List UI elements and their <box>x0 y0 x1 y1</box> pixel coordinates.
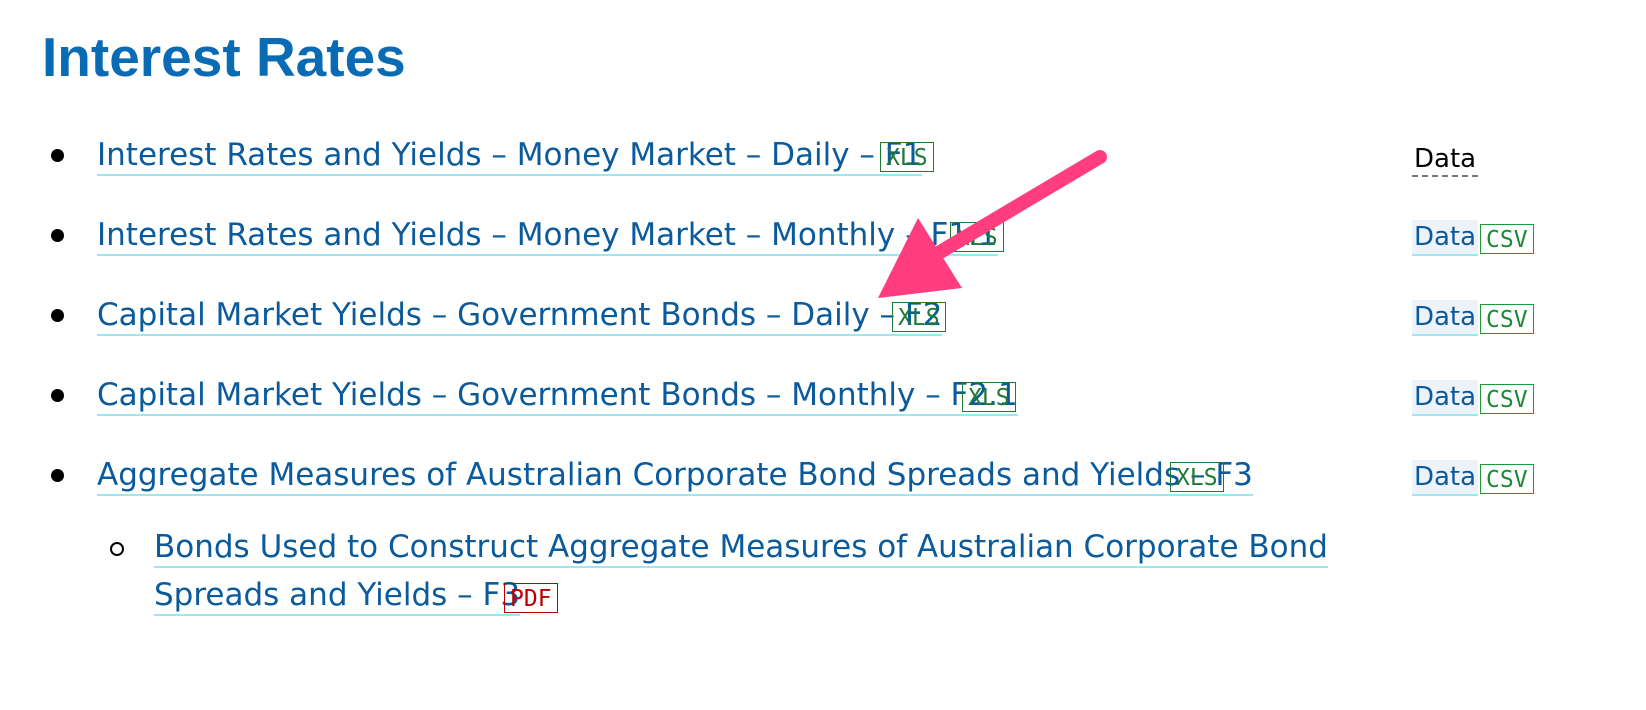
bullet-icon <box>51 229 64 242</box>
list-item: Capital Market Yields – Government Bonds… <box>0 288 1646 348</box>
page-title: Interest Rates <box>42 26 406 88</box>
list-item: Capital Market Yields – Government Bonds… <box>0 368 1646 428</box>
csv-badge[interactable]: CSV <box>1480 384 1534 414</box>
list-item: Interest Rates and Yields – Money Market… <box>0 208 1646 268</box>
list-item: Interest Rates and Yields – Money Market… <box>0 128 1646 188</box>
data-link[interactable]: Data <box>1412 300 1478 336</box>
bullet-icon <box>51 309 64 322</box>
sub-list-item: Bonds Used to Construct Aggregate Measur… <box>0 528 1646 628</box>
csv-badge[interactable]: CSV <box>1480 304 1534 334</box>
bullet-icon <box>51 389 64 402</box>
csv-badge[interactable]: CSV <box>1480 464 1534 494</box>
item-link-f2-1[interactable]: Capital Market Yields – Government Bonds… <box>97 376 1018 416</box>
list-item: Aggregate Measures of Australian Corpora… <box>0 448 1646 508</box>
sub-item-link-line2[interactable]: Spreads and Yields – F3 <box>154 576 521 616</box>
pdf-badge[interactable]: PDF <box>504 583 558 613</box>
sub-item-link-line1[interactable]: Bonds Used to Construct Aggregate Measur… <box>154 528 1328 568</box>
item-link-f2[interactable]: Capital Market Yields – Government Bonds… <box>97 296 943 336</box>
item-link-f1-1[interactable]: Interest Rates and Yields – Money Market… <box>97 216 998 256</box>
xls-badge[interactable]: XLS <box>1170 462 1224 492</box>
xls-badge[interactable]: XLS <box>962 382 1016 412</box>
item-link-f3[interactable]: Aggregate Measures of Australian Corpora… <box>97 456 1253 496</box>
bullet-icon <box>51 469 64 482</box>
csv-badge[interactable]: CSV <box>1480 224 1534 254</box>
bullet-icon <box>51 149 64 162</box>
xls-badge[interactable]: XLS <box>950 222 1004 252</box>
xls-badge[interactable]: XLS <box>880 142 934 172</box>
item-link-f1[interactable]: Interest Rates and Yields – Money Market… <box>97 136 923 176</box>
data-link[interactable]: Data <box>1412 380 1478 416</box>
xls-badge[interactable]: XLS <box>892 302 946 332</box>
data-link[interactable]: Data <box>1412 220 1478 256</box>
data-link[interactable]: Data <box>1412 460 1478 496</box>
hollow-bullet-icon <box>110 542 124 556</box>
